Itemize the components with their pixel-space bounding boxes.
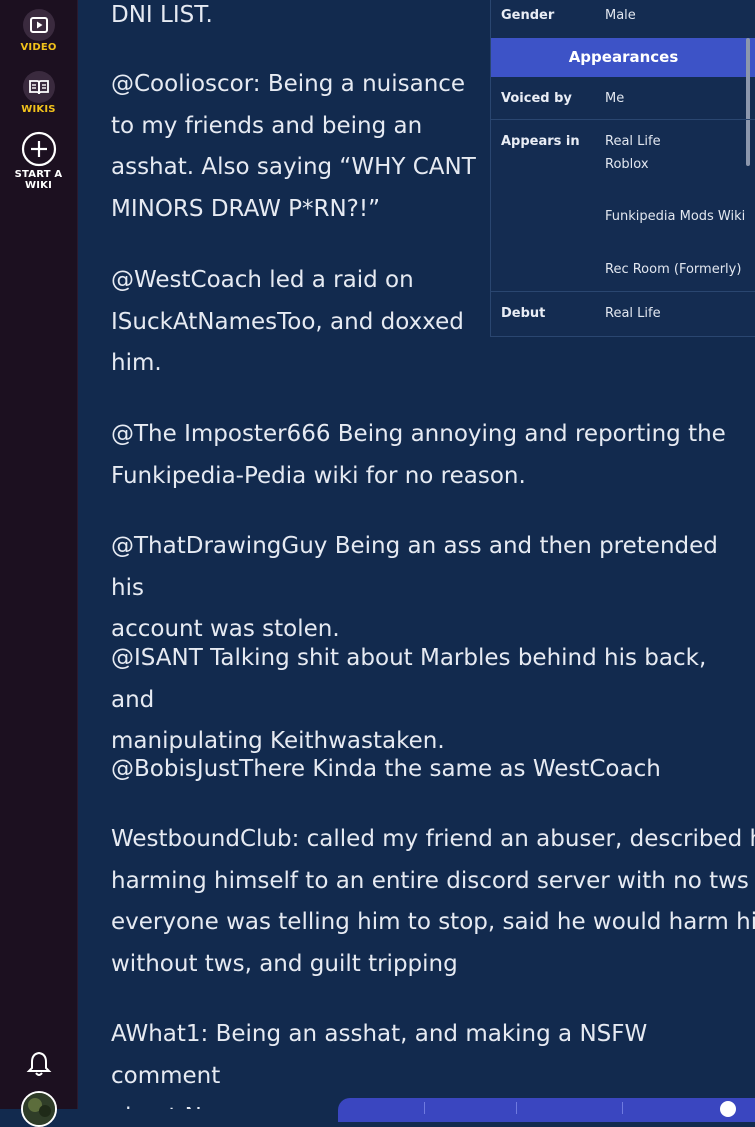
article-paragraph: @The Imposter666 Being annoying and repo… [111, 421, 726, 489]
bell-icon [26, 1051, 51, 1076]
infobox-label-appears-in: Appears in [501, 134, 580, 149]
character-infobox: Gender Male Appearances Voiced by Me App… [490, 0, 755, 337]
toolbar-divider [622, 1102, 623, 1114]
infobox-value-voiced-by: Me [605, 91, 625, 106]
infobox-label-voiced-by: Voiced by [501, 91, 572, 106]
article-paragraph: @ISANT Talking shit about Marbles behind… [111, 645, 707, 754]
wikis-nav-item[interactable]: WIKIS [0, 70, 77, 115]
infobox-label-debut: Debut [501, 306, 546, 321]
toolbar-divider [424, 1102, 425, 1114]
bottom-toolbar[interactable] [338, 1098, 755, 1122]
infobox-divider [491, 119, 755, 120]
book-icon [22, 71, 55, 103]
left-rail: VIDEO WIKIS START A WIKI [0, 0, 78, 1127]
infobox-section-appearances: Appearances [491, 38, 755, 77]
avatar[interactable] [21, 1091, 57, 1127]
start-wiki-nav-item[interactable]: START A WIKI [0, 131, 77, 191]
start-wiki-label: START A WIKI [14, 169, 63, 191]
avatar-image [23, 1093, 55, 1125]
appears-in-link[interactable]: Real Life [605, 134, 661, 149]
article-paragraph: @BobisJustThere Kinda the same as WestCo… [111, 756, 661, 782]
article-paragraph: @Coolioscor: Being a nuisance to my frie… [111, 71, 476, 222]
infobox-value-debut: Real Life [605, 306, 661, 321]
notifications-button[interactable] [0, 1050, 77, 1078]
appears-in-link[interactable]: Roblox [605, 157, 649, 172]
close-icon[interactable] [720, 1101, 736, 1117]
article-paragraph: @WestCoach led a raid on ISuckAtNamesToo… [111, 267, 464, 376]
video-nav-item[interactable]: VIDEO [0, 8, 77, 53]
plus-circle-icon [21, 131, 56, 167]
play-icon [22, 9, 55, 41]
infobox-divider [491, 291, 755, 292]
infobox-label-gender: Gender [501, 8, 555, 23]
video-label: VIDEO [20, 42, 57, 53]
article-paragraph: WestboundClub: called my friend an abuse… [111, 826, 755, 977]
appears-in-link[interactable]: Funkipedia Mods Wiki [605, 209, 745, 224]
wikis-label: WIKIS [21, 104, 56, 115]
infobox-value-gender: Male [605, 8, 636, 23]
infobox-scrollbar[interactable] [746, 38, 750, 166]
dni-heading: DNI LIST. [111, 2, 213, 28]
article-paragraph: AWhat1: Being an asshat, and making a NS… [111, 1021, 648, 1109]
toolbar-divider [516, 1102, 517, 1114]
article-paragraph: @ThatDrawingGuy Being an ass and then pr… [111, 533, 718, 642]
appears-in-link[interactable]: Rec Room (Formerly) [605, 262, 741, 277]
